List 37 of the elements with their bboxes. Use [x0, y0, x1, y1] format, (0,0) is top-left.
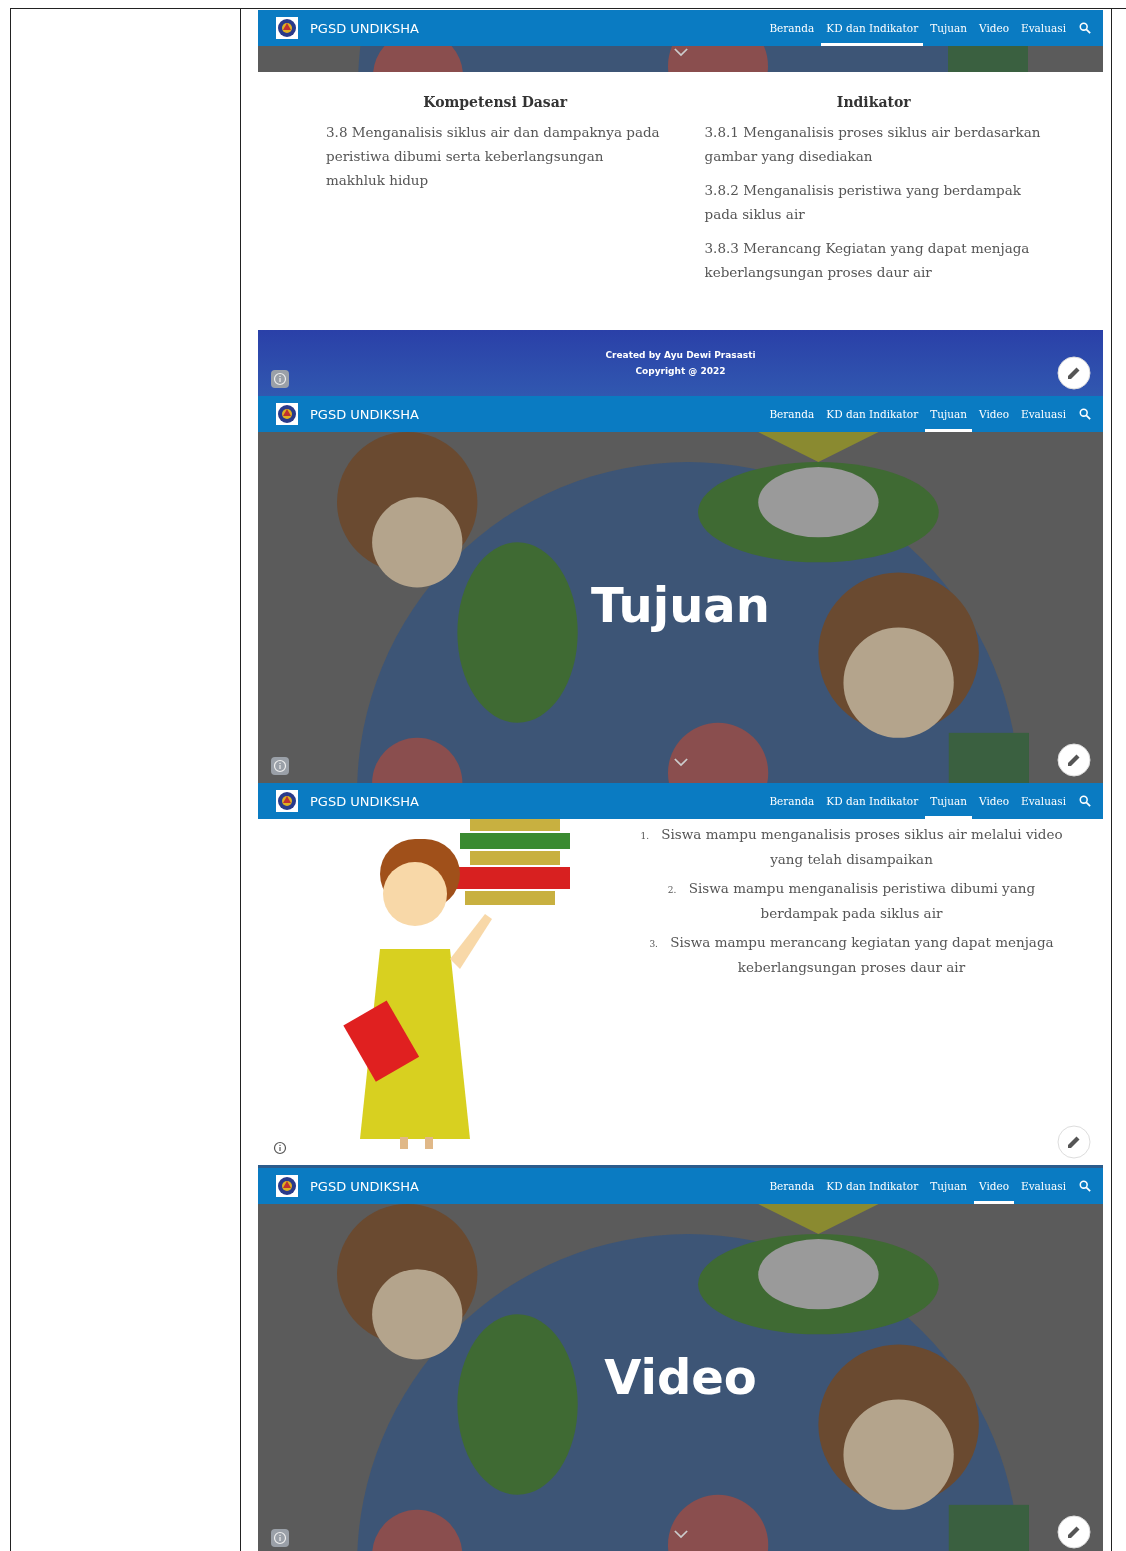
list-number: 3.	[649, 939, 658, 949]
nav-tab[interactable]: Beranda	[764, 396, 820, 432]
nav-tab[interactable]: Video	[974, 396, 1014, 432]
goal-text: Siswa mampu merancang kegiatan yang dapat menjaga keberlangsungan proses daur air	[670, 934, 1054, 975]
list-number: 2.	[667, 885, 677, 895]
hero-title: Video	[604, 1348, 757, 1405]
footer-text: Copyright @ 2022	[635, 366, 726, 376]
nav-tab[interactable]: KD dan Indikator	[821, 396, 924, 432]
nav-tab[interactable]: Tujuan	[925, 1168, 972, 1204]
list-number: 1.	[640, 831, 649, 841]
goal-text: Siswa mampu menganalisis proses siklus air melalui video yang telah disampaikan	[661, 826, 1063, 867]
site-title[interactable]: PGSD UNDIKSHA	[310, 793, 419, 809]
column-heading: Indikator	[835, 94, 912, 110]
indicator-text: 3.8 Menganalisis siklus air dan dampaknya pada peristiwa dibumi serta keberlangsungan makhluk hidup	[326, 123, 661, 190]
nav-tab[interactable]: KD dan Indikator	[821, 1168, 924, 1204]
nav-tab[interactable]: Evaluasi	[1016, 1168, 1071, 1204]
nav-tab[interactable]: Video	[974, 10, 1014, 46]
indicator-text: 3.8.2 Menganalisis peristiwa yang berdampak pada siklus air	[704, 181, 1022, 224]
goal-text: Siswa mampu menganalisis peristiwa dibumi yang berdampak pada siklus air	[688, 880, 1036, 921]
nav-tab[interactable]: Video	[974, 783, 1014, 819]
nav-tab[interactable]: Evaluasi	[1016, 783, 1071, 819]
site-title[interactable]: PGSD UNDIKSHA	[310, 1178, 419, 1194]
footer-text: Created by Ayu Dewi Prasasti	[605, 350, 756, 360]
nav-tab[interactable]: Beranda	[764, 10, 820, 46]
hero-title: Tujuan	[591, 576, 770, 633]
nav-tab[interactable]: Beranda	[764, 1168, 820, 1204]
indicator-text: 3.8.1 Menganalisis proses siklus air berdasarkan gambar yang disediakan	[704, 123, 1042, 166]
nav-tab[interactable]: Evaluasi	[1016, 10, 1071, 46]
nav-tab[interactable]: Tujuan	[925, 10, 972, 46]
nav-tab[interactable]: KD dan Indikator	[821, 783, 924, 819]
site-title[interactable]: PGSD UNDIKSHA	[310, 20, 419, 36]
site-title[interactable]: PGSD UNDIKSHA	[310, 406, 419, 422]
nav-tab[interactable]: Tujuan	[925, 783, 972, 819]
nav-tab[interactable]: Beranda	[764, 783, 820, 819]
column-heading: Kompetensi Dasar	[422, 94, 569, 110]
nav-tab[interactable]: Evaluasi	[1016, 396, 1071, 432]
indicator-text: 3.8.3 Merancang Kegiatan yang dapat menjaga keberlangsungan proses daur air	[704, 239, 1031, 282]
